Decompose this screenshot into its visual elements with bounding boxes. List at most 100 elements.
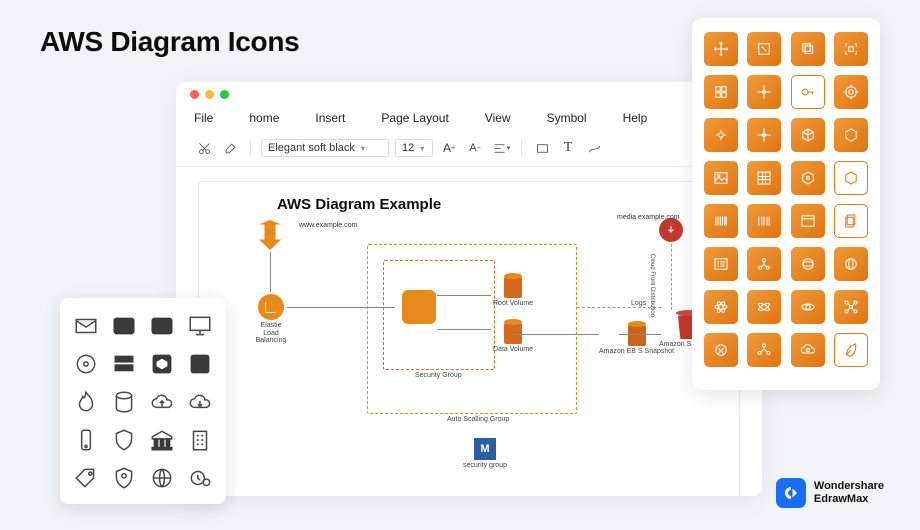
brand-line2: EdrawMax	[814, 493, 884, 506]
grid4-icon[interactable]	[704, 75, 738, 109]
brand-line1: Wondershare	[814, 480, 884, 493]
size-dropdown[interactable]: 12 ▾	[395, 139, 433, 157]
text-tool-icon[interactable]: T	[558, 138, 578, 158]
align-icon[interactable]: ▾	[491, 138, 511, 158]
atom-icon[interactable]	[704, 290, 738, 324]
badge-icon[interactable]	[110, 464, 138, 492]
cloud-down-icon[interactable]	[186, 388, 214, 416]
url-right: media.example.com	[617, 214, 680, 221]
cloudfront-label: Cloud Front Distribution	[649, 254, 655, 317]
grid9-icon[interactable]	[747, 161, 781, 195]
brand-text: Wondershare EdrawMax	[814, 480, 884, 505]
barcode2-icon[interactable]	[747, 204, 781, 238]
hex-outline-icon[interactable]	[834, 161, 868, 195]
connector	[437, 329, 491, 330]
minimize-dot[interactable]	[205, 90, 214, 99]
bank-icon[interactable]	[148, 426, 176, 454]
graph-icon[interactable]	[834, 290, 868, 324]
menu-insert[interactable]: Insert	[315, 108, 363, 128]
font-size: 12	[402, 142, 414, 154]
plus-circle-icon[interactable]	[704, 118, 738, 152]
chevron-down-icon: ▾	[420, 144, 424, 153]
mail-icon[interactable]	[72, 312, 100, 340]
menu-view[interactable]: View	[485, 108, 529, 128]
brain-icon[interactable]	[704, 333, 738, 367]
window-icon[interactable]	[791, 204, 825, 238]
camera-icon[interactable]	[110, 312, 138, 340]
zoom-dot[interactable]	[220, 90, 229, 99]
route53-icon[interactable]	[259, 220, 281, 250]
chip-icon[interactable]	[186, 350, 214, 378]
pages-icon[interactable]	[834, 204, 868, 238]
connector	[437, 295, 491, 296]
target-icon[interactable]	[834, 75, 868, 109]
database-icon[interactable]	[110, 388, 138, 416]
separator	[250, 140, 251, 156]
orbit-icon[interactable]	[791, 290, 825, 324]
crosshair-icon[interactable]	[747, 75, 781, 109]
key-icon[interactable]	[791, 75, 825, 109]
security-group-label: Security Group	[415, 372, 462, 379]
security-group-box[interactable]	[383, 260, 495, 370]
security-group-icon[interactable]: M	[474, 438, 496, 460]
barcode-icon[interactable]	[704, 204, 738, 238]
menu-page-layout[interactable]: Page Layout	[381, 108, 466, 128]
server-icon[interactable]	[110, 350, 138, 378]
hex-box-icon[interactable]	[148, 350, 176, 378]
chevron-down-icon: ▾	[361, 144, 365, 153]
data-volume-icon[interactable]	[504, 322, 522, 344]
bracket-box-icon[interactable]	[834, 32, 868, 66]
menu-symbol[interactable]: Symbol	[547, 108, 605, 128]
building-icon[interactable]	[186, 426, 214, 454]
font-dropdown[interactable]: Elegant soft black ▾	[261, 139, 389, 157]
list-icon[interactable]	[704, 247, 738, 281]
menu-home[interactable]: home	[249, 108, 297, 128]
logs-label: Logs	[631, 300, 646, 307]
cloud-brain-icon[interactable]	[791, 333, 825, 367]
shield-icon[interactable]	[110, 426, 138, 454]
stack-icon[interactable]	[791, 32, 825, 66]
menu-help[interactable]: Help	[623, 108, 666, 128]
monitor-icon[interactable]	[186, 312, 214, 340]
ebs-label: Amazon EB S Snapshot	[599, 348, 674, 356]
flame-icon[interactable]	[72, 388, 100, 416]
app-window: File home Insert Page Layout View Symbol…	[176, 82, 762, 496]
instance-icon[interactable]	[402, 290, 436, 324]
disc-icon[interactable]	[72, 350, 100, 378]
resize-icon[interactable]	[747, 32, 781, 66]
paint-icon[interactable]	[220, 138, 240, 158]
phone-icon[interactable]	[72, 426, 100, 454]
rect-tool-icon[interactable]	[532, 138, 552, 158]
plus-box-icon[interactable]	[747, 118, 781, 152]
connector	[513, 334, 599, 335]
tag-icon[interactable]	[72, 464, 100, 492]
font-decrease-icon[interactable]: A−	[465, 138, 485, 158]
separator	[521, 140, 522, 156]
connector-tool-icon[interactable]	[584, 138, 604, 158]
network-icon[interactable]	[747, 333, 781, 367]
move-arrows-icon[interactable]	[704, 32, 738, 66]
teddy-icon[interactable]	[148, 312, 176, 340]
hex-icon[interactable]	[791, 161, 825, 195]
globe-icon[interactable]	[148, 464, 176, 492]
cut-icon[interactable]	[194, 138, 214, 158]
atom2-icon[interactable]	[747, 290, 781, 324]
cube-icon[interactable]	[791, 118, 825, 152]
cloud-up-icon[interactable]	[148, 388, 176, 416]
sphere2-icon[interactable]	[834, 247, 868, 281]
menu-file[interactable]: File	[194, 108, 231, 128]
clock-gear-icon[interactable]	[186, 464, 214, 492]
root-volume-icon[interactable]	[504, 276, 522, 298]
image-icon[interactable]	[704, 161, 738, 195]
font-name: Elegant soft black	[268, 142, 355, 154]
elb-icon[interactable]	[258, 294, 284, 320]
cube-outline-icon[interactable]	[834, 118, 868, 152]
cloudfront-icon[interactable]	[659, 218, 683, 242]
leaf-icon[interactable]	[834, 333, 868, 367]
sphere-icon[interactable]	[791, 247, 825, 281]
node-icon[interactable]	[747, 247, 781, 281]
font-increase-icon[interactable]: A+	[439, 138, 459, 158]
ebs-snapshot-icon[interactable]	[628, 324, 646, 346]
close-dot[interactable]	[190, 90, 199, 99]
canvas[interactable]: AWS Diagram Example www.example.com Elas…	[198, 181, 740, 496]
